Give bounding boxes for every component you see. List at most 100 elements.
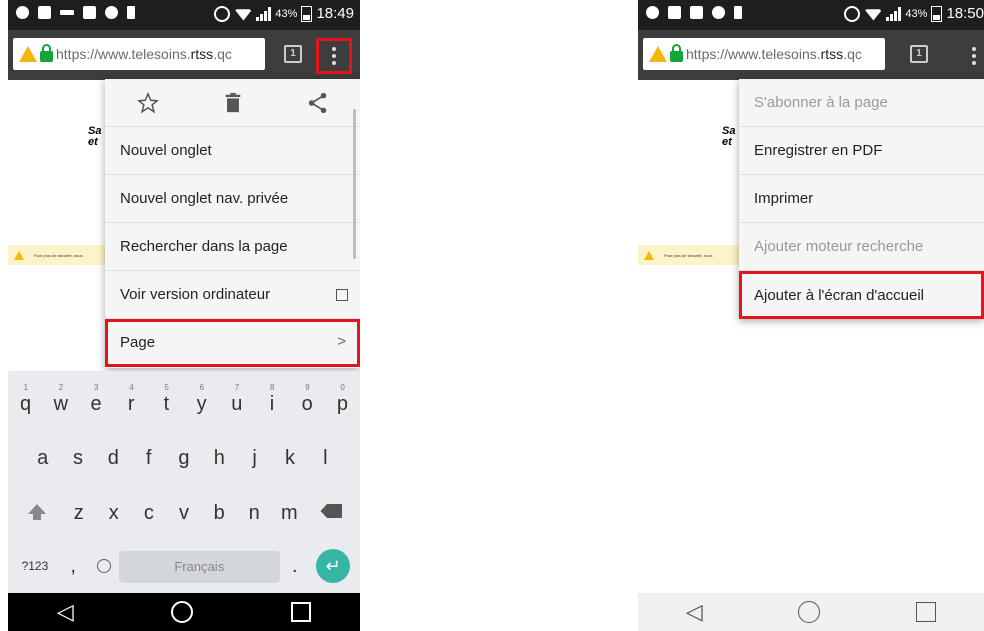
url-text: https://www.telesoins.rtss.qc [686,46,862,62]
menu-button[interactable] [956,38,984,74]
key-t[interactable]: 5t [149,381,184,421]
home-icon[interactable] [171,601,194,623]
key-a[interactable]: a [25,443,60,479]
language-key[interactable] [88,549,119,585]
key-b[interactable]: b [202,498,237,534]
key-l[interactable]: l [308,443,343,479]
shift-icon [27,504,46,520]
battery-percent: 43% [905,7,928,20]
shift-key[interactable] [12,498,61,534]
menu-item-find-in-page[interactable]: Rechercher dans la page [105,223,360,271]
key-label: s [72,447,83,469]
key-label: e [90,393,102,415]
key-o[interactable]: 9o [290,381,325,421]
key-w[interactable]: 2w [43,381,78,421]
location-icon [16,6,29,19]
backspace-key[interactable] [307,498,356,534]
lock-icon [670,43,683,62]
key-label: f [145,447,152,469]
menu-item-print[interactable]: Imprimer [739,175,984,223]
warning-icon [649,46,667,62]
period-key[interactable]: . [280,549,311,585]
key-x[interactable]: x [96,498,131,534]
dot-icon [972,54,976,58]
key-u[interactable]: 7u [219,381,254,421]
bookmark-star-icon[interactable] [136,91,159,114]
recents-icon[interactable] [916,602,937,622]
tab-switcher-button[interactable]: 1 [284,45,302,63]
status-bar: 43% 18:50 [638,0,984,30]
menu-scrollbar[interactable] [353,109,356,259]
key-g[interactable]: g [166,443,201,479]
enter-icon: ↵ [316,549,351,583]
key-label: u [231,393,243,415]
key-label: v [179,502,190,524]
key-v[interactable]: v [166,498,201,534]
key-p[interactable]: 0p [325,381,360,421]
key-k[interactable]: k [272,443,307,479]
comma-key[interactable]: , [58,549,89,585]
url-field[interactable]: https://www.telesoins.rtss.qc [13,38,265,70]
key-label: o [301,393,313,415]
menu-item-new-private-tab[interactable]: Nouvel onglet nav. privée [105,175,360,223]
alarm-icon [214,5,231,22]
back-icon[interactable]: ◁ [686,601,703,623]
key-n[interactable]: n [237,498,272,534]
tab-switcher-button[interactable]: 1 [910,45,928,63]
system-nav-bar: ◁ [638,593,984,631]
sim-icon [83,6,96,19]
desktop-site-checkbox[interactable] [336,289,348,301]
menu-item-new-tab[interactable]: Nouvel onglet [105,127,360,175]
system-nav-bar: ◁ [8,593,360,631]
key-c[interactable]: c [131,498,166,534]
key-label: j [252,447,257,469]
menu-item-save-pdf[interactable]: Enregistrer en PDF [739,127,984,175]
menu-item-desktop-site[interactable]: Voir version ordinateur [105,271,360,319]
menu-item-add-search-engine[interactable]: Ajouter moteur recherche [739,223,984,271]
symbols-key[interactable]: ?123 [12,549,58,585]
url-field[interactable]: https://www.telesoins.rtss.qc [643,38,885,70]
key-label: r [127,393,135,415]
key-label: q [20,393,32,415]
share-icon[interactable] [307,92,329,114]
key-s[interactable]: s [60,443,95,479]
key-e[interactable]: 3e [78,381,113,421]
key-hint: 8 [270,383,275,392]
page-submenu: S'abonner à la page Enregistrer en PDF I… [739,79,984,319]
alarm-icon [844,5,861,22]
key-label: m [281,502,298,524]
key-hint: 0 [340,383,345,392]
menu-item-subscribe[interactable]: S'abonner à la page [739,79,984,127]
delete-icon[interactable] [222,92,244,114]
key-y[interactable]: 6y [184,381,219,421]
key-hint: 1 [23,383,29,392]
key-i[interactable]: 8i [254,381,289,421]
key-d[interactable]: d [96,443,131,479]
menu-button[interactable] [316,38,352,74]
key-f[interactable]: f [131,443,166,479]
key-j[interactable]: j [237,443,272,479]
key-label: p [336,393,348,415]
key-r[interactable]: 4r [114,381,149,421]
home-icon[interactable] [798,601,821,623]
recents-icon[interactable] [291,602,312,622]
key-h[interactable]: h [202,443,237,479]
key-m[interactable]: m [272,498,307,534]
key-label: w [53,393,69,415]
back-icon[interactable]: ◁ [57,601,74,623]
menu-item-page[interactable]: Page > [105,319,360,367]
location-icon [646,6,659,19]
menu-item-add-to-home-screen[interactable]: Ajouter à l'écran d'accueil [739,271,984,319]
key-hint: 6 [199,383,205,392]
menu-icon-row [105,79,360,127]
enter-key[interactable]: ↵ [310,549,356,585]
clock: 18:50 [946,5,984,22]
page-heading-fragment: Sa et [88,125,102,148]
key-hint: 2 [58,383,64,392]
key-q[interactable]: 1q [8,381,43,421]
phone-screen-right: 43% 18:50 https://www.telesoins.rtss.qc … [638,0,984,631]
space-key[interactable]: Français [119,551,280,583]
key-z[interactable]: z [61,498,96,534]
key-label: k [284,447,295,469]
dot-icon [332,54,336,58]
